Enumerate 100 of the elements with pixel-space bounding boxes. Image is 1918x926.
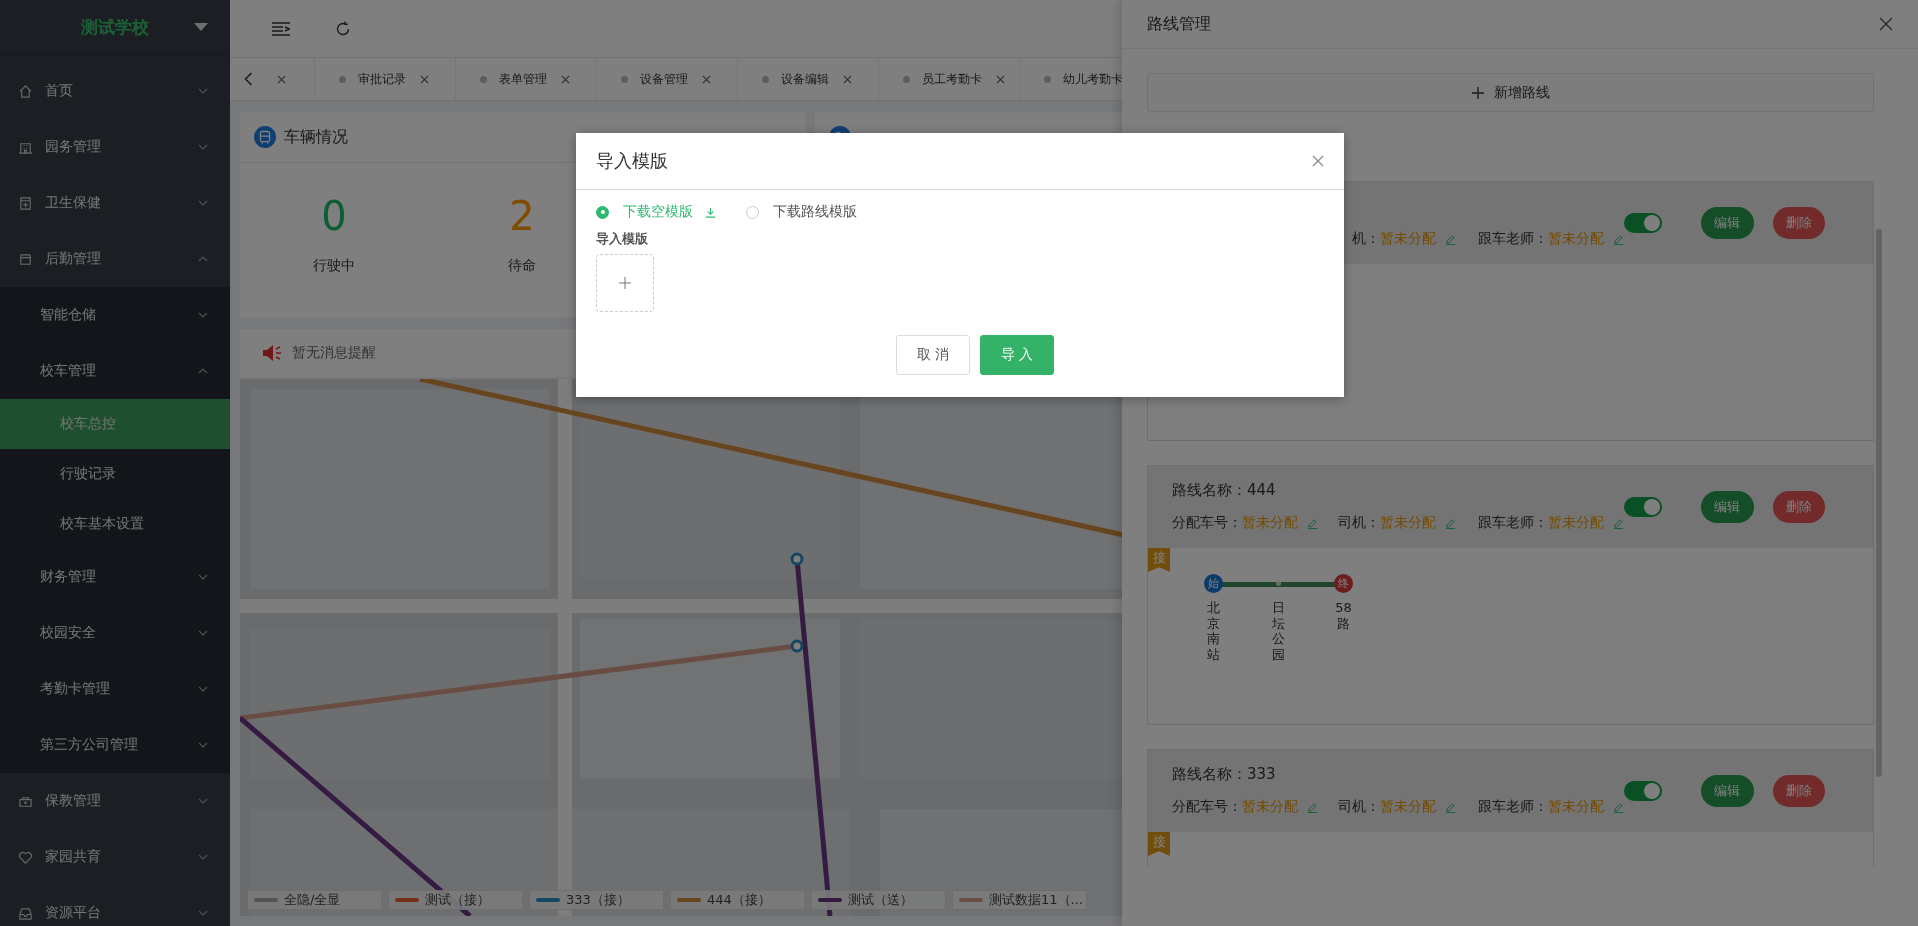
legend-item[interactable]: 全隐/全显: [247, 890, 382, 910]
caret-down-icon[interactable]: [194, 23, 208, 31]
upload-label: 导入模版: [596, 230, 649, 248]
tab[interactable]: 审批记录: [315, 58, 456, 100]
pencil-icon[interactable]: [1445, 517, 1456, 529]
end-marker: 终: [1334, 574, 1353, 593]
tab[interactable]: 设备编辑: [738, 58, 879, 100]
tab[interactable]: 表单管理: [456, 58, 597, 100]
menu-icon[interactable]: [272, 20, 290, 37]
menu-item[interactable]: 卫生保健: [0, 175, 230, 231]
pencil-icon[interactable]: [1445, 801, 1456, 813]
edit-button[interactable]: 编辑: [1701, 491, 1754, 523]
field-label: 司机：: [1338, 514, 1380, 532]
delete-button[interactable]: 删除: [1772, 775, 1825, 807]
toggle-switch[interactable]: [1624, 497, 1662, 517]
plus-icon: [1471, 86, 1484, 99]
route-name: 路线名称：444: [1172, 481, 1276, 499]
close-icon[interactable]: [702, 74, 711, 84]
stat-value: 0: [321, 193, 347, 239]
pencil-icon[interactable]: [1613, 801, 1624, 813]
menu-item[interactable]: 智能仓储: [0, 287, 230, 343]
legend-item[interactable]: 333（接）: [529, 890, 664, 910]
close-icon[interactable]: [420, 74, 429, 84]
dot-icon: [480, 75, 487, 83]
radio-button[interactable]: [746, 205, 759, 219]
route-name: 路线名称：333: [1172, 765, 1276, 783]
field-label: 跟车老师：: [1478, 798, 1548, 816]
radio-button[interactable]: [596, 205, 609, 219]
stop-name: 北京南站: [1206, 600, 1221, 663]
close-icon[interactable]: [1879, 17, 1893, 31]
edit-button[interactable]: 编辑: [1701, 775, 1754, 807]
menu-item[interactable]: 资源平台: [0, 885, 230, 926]
cancel-button[interactable]: 取 消: [896, 335, 970, 375]
radio-option[interactable]: 下载路线模版: [746, 203, 857, 221]
download-icon[interactable]: [705, 206, 716, 218]
pencil-icon[interactable]: [1613, 517, 1624, 529]
legend-item[interactable]: 测试（接）: [388, 890, 523, 910]
delete-button[interactable]: 删除: [1772, 491, 1825, 523]
stop-dot: [1276, 581, 1281, 586]
menu-item[interactable]: 园务管理: [0, 119, 230, 175]
stat-value: 2: [509, 193, 535, 239]
field-value: 暂未分配: [1242, 514, 1298, 532]
menu-item[interactable]: 第三方公司管理: [0, 717, 230, 773]
legend-item[interactable]: 测试数据11（...: [952, 890, 1087, 910]
menu-item[interactable]: 家园共育: [0, 829, 230, 885]
bus-icon: [254, 126, 276, 148]
import-button[interactable]: 导 入: [980, 335, 1054, 375]
menu-item[interactable]: 校园安全: [0, 605, 230, 661]
dialog-title: 导入模版: [596, 149, 669, 173]
menu-item[interactable]: 后勤管理: [0, 231, 230, 287]
field-value: 暂未分配: [1548, 798, 1604, 816]
menu-item[interactable]: 首页: [0, 63, 230, 119]
menu-item[interactable]: 校车基本设置: [0, 499, 230, 549]
tab[interactable]: 设备管理: [597, 58, 738, 100]
legend-item[interactable]: 测试（送）: [811, 890, 946, 910]
close-icon[interactable]: [996, 74, 1005, 84]
stat-label: 行驶中: [313, 257, 355, 275]
field-label: 司机：: [1338, 798, 1380, 816]
close-icon[interactable]: [843, 74, 852, 84]
field-value: 暂未分配: [1380, 798, 1436, 816]
delete-button[interactable]: 删除: [1772, 207, 1825, 239]
field-label: 跟车老师：: [1478, 514, 1548, 532]
menu-item[interactable]: 考勤卡管理: [0, 661, 230, 717]
pickup-badge: 接: [1148, 548, 1170, 572]
menu-item[interactable]: 行驶记录: [0, 449, 230, 499]
toggle-switch[interactable]: [1624, 213, 1662, 233]
field-value: 暂未分配: [1242, 798, 1298, 816]
tab[interactable]: 员工考勤卡: [879, 58, 1020, 100]
legend-item[interactable]: 444（接）: [670, 890, 805, 910]
menu-item[interactable]: 校车总控: [0, 399, 230, 449]
card-title: 车辆情况: [284, 126, 349, 148]
document-icon: [18, 251, 33, 267]
pencil-icon[interactable]: [1445, 233, 1456, 245]
pencil-icon[interactable]: [1307, 517, 1318, 529]
notice-text: 暂无消息提醒: [292, 344, 376, 362]
speaker-icon: [262, 344, 282, 362]
pencil-icon[interactable]: [1613, 233, 1624, 245]
menu-item[interactable]: 保教管理: [0, 773, 230, 829]
close-icon[interactable]: [561, 74, 570, 84]
close-icon[interactable]: [1312, 155, 1324, 167]
radio-option[interactable]: 下载空模版: [596, 203, 716, 221]
chevron-left-icon[interactable]: [244, 72, 253, 86]
heart-icon: [18, 849, 33, 865]
pencil-icon[interactable]: [1307, 801, 1318, 813]
field-label: 分配车号：: [1172, 798, 1242, 816]
scrollbar-thumb[interactable]: [1876, 229, 1882, 777]
toggle-switch[interactable]: [1624, 781, 1662, 801]
edit-button[interactable]: 编辑: [1701, 207, 1754, 239]
add-route-button[interactable]: 新增路线: [1147, 73, 1874, 112]
upload-box[interactable]: [596, 254, 654, 312]
dot-icon: [339, 75, 346, 83]
menu-item[interactable]: 校车管理: [0, 343, 230, 399]
close-icon[interactable]: [277, 74, 286, 84]
home-icon: [18, 83, 33, 99]
refresh-icon[interactable]: [334, 20, 352, 37]
menu-item[interactable]: 财务管理: [0, 549, 230, 605]
field-label: 分配车号：: [1172, 514, 1242, 532]
dot-icon: [762, 75, 769, 83]
dot-icon: [903, 75, 910, 83]
dot-icon: [1044, 75, 1051, 83]
